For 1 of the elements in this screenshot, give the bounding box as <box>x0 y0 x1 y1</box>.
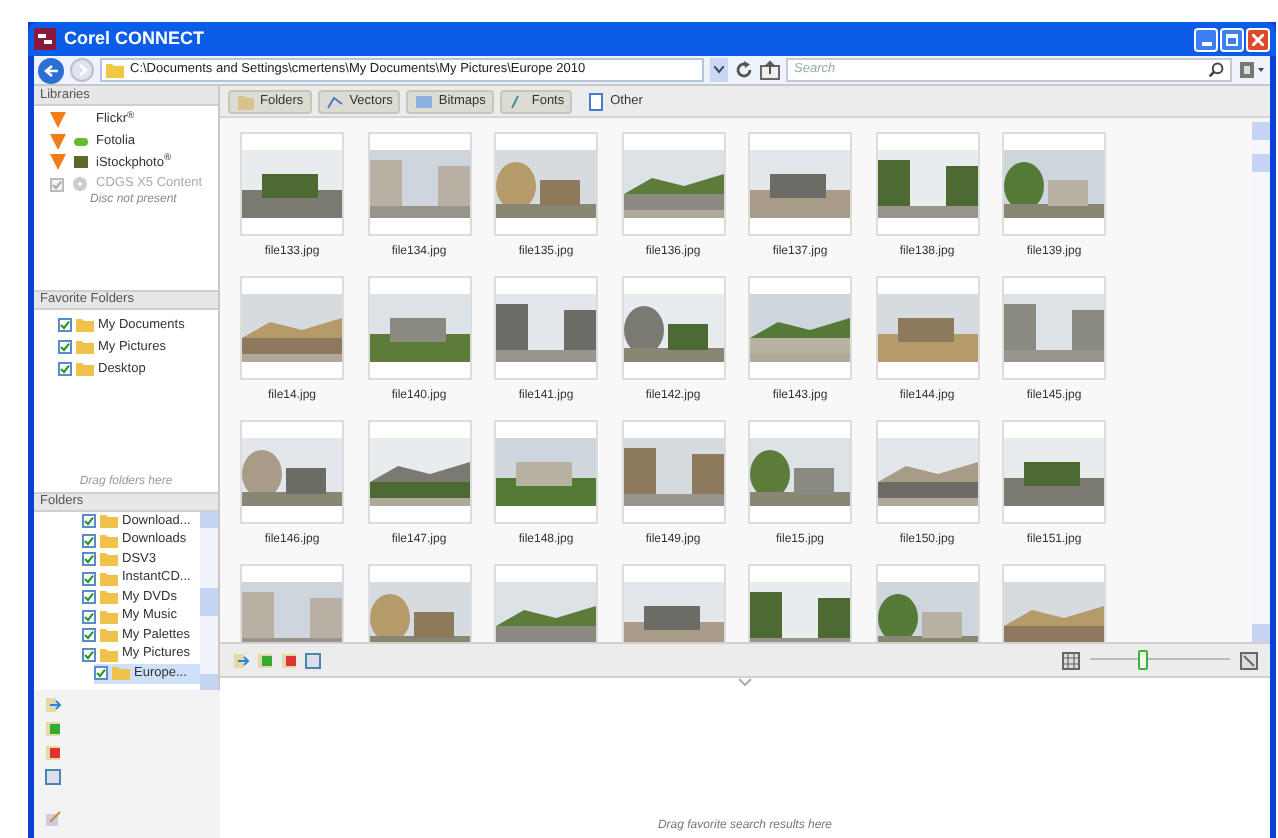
window-title: Corel CONNECT <box>64 25 205 52</box>
